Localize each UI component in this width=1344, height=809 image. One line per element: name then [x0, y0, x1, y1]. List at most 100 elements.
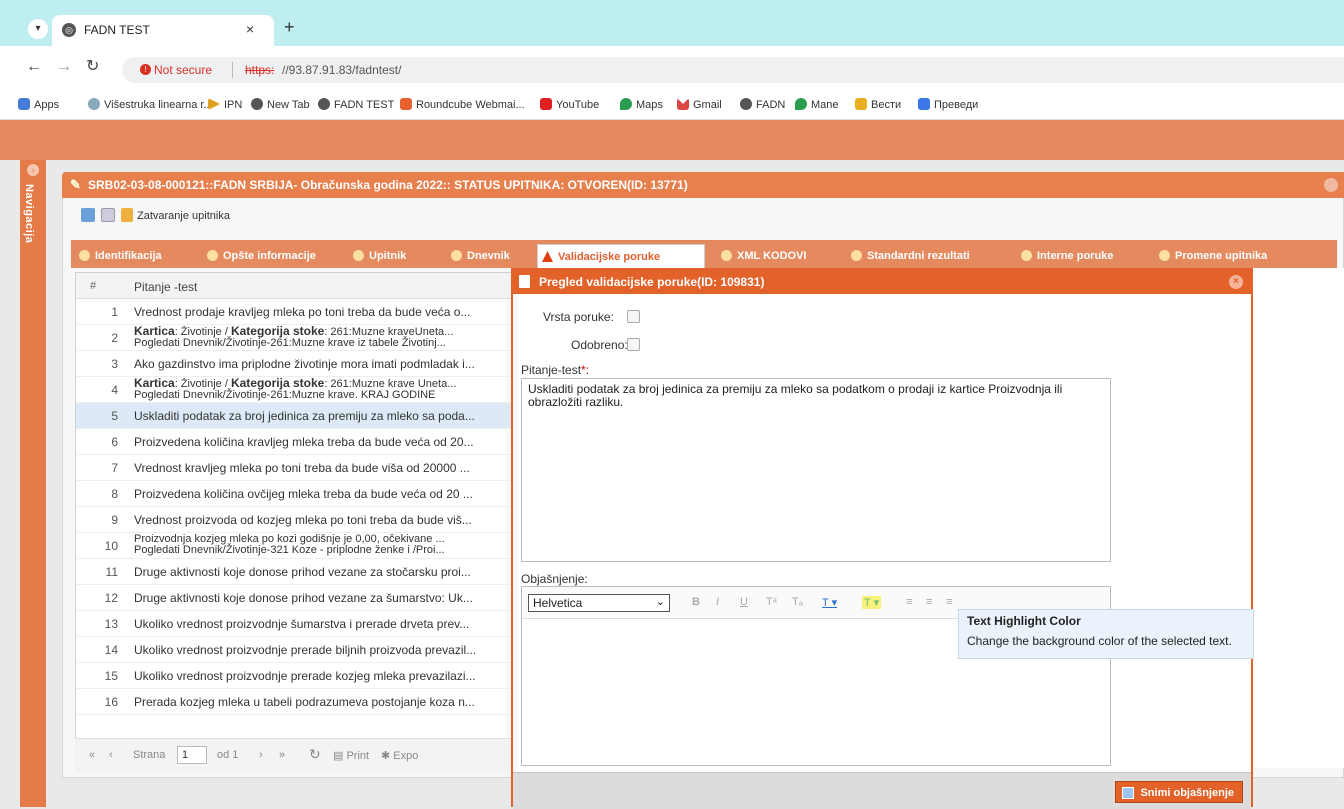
bookmark-item[interactable]: Mane [795, 98, 839, 111]
approved-label: Odobreno: [571, 338, 628, 352]
previous-page-icon[interactable]: ‹ [109, 749, 113, 761]
tab-interne-poruke[interactable]: Interne poruke [1017, 244, 1113, 268]
table-row[interactable]: 16 Prerada kozjeg mleka u tabeli podrazum… [76, 689, 511, 715]
table-row[interactable]: 6 Proizvedena količina kravljeg mleka tre… [76, 429, 511, 455]
bookmark-item[interactable]: New Tab [251, 98, 310, 111]
window-close-icon[interactable] [1324, 178, 1338, 192]
underline-icon[interactable]: U [740, 596, 748, 608]
bookmark-item[interactable]: IPN [208, 98, 242, 111]
tab-validacijske-poruke[interactable]: Validacijske poruke [537, 244, 705, 268]
question-textarea[interactable]: Uskladiti podatak za broj jedinica za pr… [521, 378, 1111, 562]
bookmark-item[interactable]: FADN [740, 98, 785, 111]
not-secure-label[interactable]: Not secure [154, 63, 212, 77]
table-row[interactable]: 14 Ukoliko vrednost proizvodnje prerade b… [76, 637, 511, 663]
refresh-icon[interactable] [81, 208, 95, 222]
new-tab-button[interactable]: + [284, 18, 295, 36]
next-page-icon[interactable]: › [259, 749, 263, 761]
tab-search-icon[interactable]: ▾ [28, 19, 48, 39]
row-question-text: Kartica: Životinje / Kategorija stoke: 2… [134, 326, 506, 349]
font-family-select[interactable]: Helvetica ⌄ [528, 594, 670, 612]
table-row[interactable]: 2 Kartica: Životinje / Kategorija stoke: … [76, 325, 511, 351]
tab-dnevnik[interactable]: Dnevnik [447, 244, 510, 268]
italic-icon[interactable]: I [716, 596, 719, 608]
row-line: Proizvedena količina ovčijeg mleka treba… [134, 487, 473, 501]
navigation-sidebar[interactable]: › Navigacija [20, 160, 46, 807]
page-number-input[interactable]: 1 [177, 746, 207, 764]
tab-promene-upitnika[interactable]: Promene upitnika [1155, 244, 1267, 268]
back-icon[interactable]: ← [26, 58, 42, 76]
bookmark-item[interactable]: Преведи [918, 98, 978, 111]
highlight-color-icon[interactable]: T ▾ [862, 596, 882, 609]
tab-standardni-rezultati[interactable]: Standardni rezultati [847, 244, 970, 268]
last-page-icon[interactable]: » [279, 749, 285, 761]
table-row[interactable]: 13 Ukoliko vrednost proizvodnje šumarstva… [76, 611, 511, 637]
globe-icon: ◎ [62, 23, 76, 37]
align-right-icon[interactable]: ≡ [946, 596, 952, 608]
superscript-icon[interactable]: Tᵃ [766, 596, 777, 608]
bookmark-item[interactable]: Вести [855, 98, 901, 111]
table-row[interactable]: 1 Vrednost prodaje kravljeg mleka po toni… [76, 299, 511, 325]
bookmark-item[interactable]: FADN TEST [318, 98, 394, 111]
row-question-text: Vrednost proizvoda od kozjeg mleka po to… [134, 513, 506, 527]
bookmark-item[interactable]: Višestruka linearna r... [88, 98, 213, 111]
tab-opste-informacije[interactable]: Opšte informacije [203, 244, 316, 268]
document-icon[interactable] [101, 208, 115, 222]
close-questionnaire-button[interactable]: Zatvaranje upitnika [137, 210, 230, 222]
browser-tab[interactable]: ◎ FADN TEST × [52, 15, 274, 46]
window-title-bar: ✎ SRB02-03-08-000121::FADN SRBIJA- Obrač… [62, 172, 1344, 198]
align-center-icon[interactable]: ≡ [926, 596, 932, 608]
bookmark-item[interactable]: Roundcube Webmai... [400, 98, 525, 111]
gmail-icon [677, 98, 689, 110]
first-page-icon[interactable]: « [89, 749, 95, 761]
table-row[interactable]: 15 Ukoliko vrednost proizvodnje prerade k… [76, 663, 511, 689]
table-row[interactable]: 10 Proizvodnja kozjeg mleka po kozi godiš… [76, 533, 511, 559]
globe-icon [318, 98, 330, 110]
column-header-number[interactable]: # [90, 280, 96, 292]
expand-icon[interactable]: › [27, 164, 39, 176]
table-row[interactable]: 4 Kartica: Životinje / Kategorija stoke: … [76, 377, 511, 403]
row-question-text: Druge aktivnosti koje donose prihod veza… [134, 565, 506, 579]
row-line-secondary: Pogledati Dnevnik/Životinje-261:Muzne kr… [134, 389, 436, 401]
text-color-icon[interactable]: T ▾ [822, 596, 837, 609]
bookmark-item[interactable]: Maps [620, 98, 663, 111]
save-explanation-button[interactable]: Snimi objašnjenje [1115, 781, 1243, 803]
table-row[interactable]: 7 Vrednost kravljeg mleka po toni treba d… [76, 455, 511, 481]
table-row[interactable]: 8 Proizvedena količina ovčijeg mleka treb… [76, 481, 511, 507]
table-row[interactable]: 11 Druge aktivnosti koje donose prihod ve… [76, 559, 511, 585]
bookmark-item[interactable]: YouTube [540, 98, 599, 111]
row-line: Druge aktivnosti koje donose prihod veza… [134, 565, 471, 579]
table-row[interactable]: 12 Druge aktivnosti koje donose prihod ve… [76, 585, 511, 611]
tab-xml-kodovi[interactable]: XML KODOVI [717, 244, 806, 268]
youtube-icon [540, 98, 552, 110]
export-button[interactable]: ✱ Expo [381, 749, 418, 762]
row-line: Vrednost prodaje kravljeg mleka po toni … [134, 305, 471, 319]
arrow-icon [1021, 250, 1032, 261]
table-row[interactable]: 5 Uskladiti podatak za broj jedinica za p… [76, 403, 511, 429]
align-left-icon[interactable]: ≡ [906, 596, 912, 608]
table-row[interactable]: 9 Vrednost proizvoda od kozjeg mleka po t… [76, 507, 511, 533]
reload-icon[interactable]: ↻ [86, 58, 99, 76]
tab-identifikacija[interactable]: Identifikacija [75, 244, 162, 268]
tab-upitnik[interactable]: Upitnik [349, 244, 406, 268]
tab-close-icon[interactable]: × [246, 21, 254, 37]
table-row[interactable]: 3 Ako gazdinstvo ima priplodne životinje … [76, 351, 511, 377]
printer-icon: ▤ [333, 750, 347, 762]
message-type-checkbox[interactable] [627, 310, 640, 323]
close-icon[interactable]: × [1229, 275, 1243, 289]
bookmark-item[interactable]: Gmail [677, 98, 722, 111]
bookmark-item[interactable]: Apps [18, 98, 59, 111]
column-header-question[interactable]: Pitanje -test [134, 280, 197, 294]
print-button[interactable]: ▤ Print [333, 749, 369, 762]
row-question-text: Ukoliko vrednost proizvodnje šumarstva i… [134, 617, 506, 631]
refresh-icon[interactable]: ↻ [309, 746, 321, 763]
tooltip-body: Change the background color of the selec… [967, 634, 1232, 648]
pagination-bar: « ‹ Strana 1 od 1 › » ↻ ▤ Print ✱ Expo [75, 738, 512, 772]
approved-checkbox[interactable] [627, 338, 640, 351]
bold-icon[interactable]: B [692, 596, 700, 608]
window-title: SRB02-03-08-000121::FADN SRBIJA- Obračun… [88, 178, 688, 192]
row-question-text: Uskladiti podatak za broj jedinica za pr… [134, 409, 506, 423]
omnibox[interactable]: ! Not secure https: //93.87.91.83/fadnte… [122, 57, 1344, 83]
news-icon [855, 98, 867, 110]
forward-icon[interactable]: → [56, 58, 72, 76]
subscript-icon[interactable]: Tₐ [792, 596, 803, 608]
